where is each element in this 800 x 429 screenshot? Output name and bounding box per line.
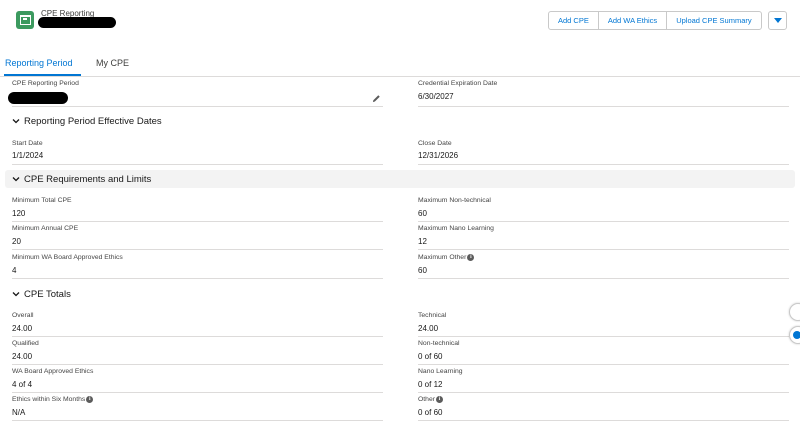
reporting-period-value-redacted bbox=[8, 92, 68, 104]
page-header: CPE Reporting Add CPE Add WA Ethics Uplo… bbox=[0, 0, 800, 44]
minimum-total-cpe-field: Minimum Total CPE 120 bbox=[12, 197, 383, 222]
field-value: 12 bbox=[418, 237, 427, 246]
add-cpe-button[interactable]: Add CPE bbox=[549, 12, 599, 29]
record-name-redacted bbox=[38, 17, 116, 28]
credential-expiration-date-field: Credential Expiration Date 6/30/2027 bbox=[418, 80, 789, 107]
field-value: 20 bbox=[12, 237, 21, 246]
chevron-down-icon bbox=[12, 177, 20, 182]
field-label: Maximum Non-technical bbox=[418, 197, 491, 204]
field-value: 12/31/2026 bbox=[418, 151, 459, 160]
field-value: 1/1/2024 bbox=[12, 151, 44, 160]
field-label: WA Board Approved Ethics bbox=[12, 368, 94, 375]
field-label: Overall bbox=[12, 312, 34, 319]
total-overall-field: Overall 24.00 bbox=[12, 312, 383, 337]
field-value: 0 of 60 bbox=[418, 352, 443, 361]
field-value: 60 bbox=[418, 209, 427, 218]
field-value: 6/30/2027 bbox=[418, 92, 454, 101]
field-label: Other i bbox=[418, 396, 443, 403]
info-icon[interactable]: i bbox=[467, 254, 475, 261]
field-value: 0 of 60 bbox=[418, 408, 443, 417]
app-logo-icon bbox=[16, 11, 34, 29]
start-date-field: Start Date 1/1/2024 bbox=[12, 140, 383, 165]
field-value: N/A bbox=[12, 408, 26, 417]
minimum-annual-cpe-field: Minimum Annual CPE 20 bbox=[12, 225, 383, 250]
maximum-non-technical-field: Maximum Non-technical 60 bbox=[418, 197, 789, 222]
field-value: 60 bbox=[418, 266, 427, 275]
field-label: Minimum Annual CPE bbox=[12, 225, 79, 232]
field-value: 24.00 bbox=[418, 324, 439, 333]
section-title: Reporting Period Effective Dates bbox=[24, 115, 162, 127]
chevron-down-icon bbox=[12, 292, 20, 297]
add-wa-ethics-button[interactable]: Add WA Ethics bbox=[599, 12, 668, 29]
ethics-six-months-field: Ethics within Six Months i N/A bbox=[12, 396, 383, 421]
info-icon[interactable]: i bbox=[86, 396, 94, 403]
edit-pencil-icon[interactable] bbox=[372, 94, 381, 103]
field-label: Credential Expiration Date bbox=[418, 80, 498, 87]
total-nano-learning-field: Nano Learning 0 of 12 bbox=[418, 368, 789, 393]
floating-assistant-button[interactable] bbox=[789, 326, 800, 344]
total-qualified-field: Qualified 24.00 bbox=[12, 340, 383, 365]
maximum-nano-learning-field: Maximum Nano Learning 12 bbox=[418, 225, 789, 250]
field-label-text: Ethics within Six Months bbox=[12, 396, 86, 403]
field-label: Non-technical bbox=[418, 340, 460, 347]
maximum-other-field: Maximum Other i 60 bbox=[418, 254, 789, 279]
field-label: Start Date bbox=[12, 140, 43, 147]
field-value: 4 of 4 bbox=[12, 380, 33, 389]
field-label: CPE Reporting Period bbox=[12, 80, 79, 87]
field-value: 4 bbox=[12, 266, 17, 275]
field-label: Qualified bbox=[12, 340, 39, 347]
field-label: Minimum Total CPE bbox=[12, 197, 72, 204]
field-label: Ethics within Six Months i bbox=[12, 396, 94, 403]
active-tab-indicator bbox=[4, 74, 81, 76]
field-value: 24.00 bbox=[12, 352, 33, 361]
close-date-field: Close Date 12/31/2026 bbox=[418, 140, 789, 165]
field-label: Maximum Other i bbox=[418, 254, 475, 261]
field-label-text: Other bbox=[418, 396, 435, 403]
section-title: CPE Requirements and Limits bbox=[24, 173, 152, 185]
section-header-effective-dates[interactable]: Reporting Period Effective Dates bbox=[5, 112, 795, 130]
field-label: Maximum Nano Learning bbox=[418, 225, 494, 232]
total-other-field: Other i 0 of 60 bbox=[418, 396, 789, 421]
total-non-technical-field: Non-technical 0 of 60 bbox=[418, 340, 789, 365]
floating-utility-button[interactable] bbox=[789, 303, 800, 321]
action-button-group: Add CPE Add WA Ethics Upload CPE Summary bbox=[548, 11, 762, 30]
tab-reporting-period[interactable]: Reporting Period bbox=[5, 58, 73, 68]
field-label: Nano Learning bbox=[418, 368, 463, 375]
tab-bar: Reporting Period My CPE bbox=[0, 53, 800, 77]
upload-cpe-summary-button[interactable]: Upload CPE Summary bbox=[667, 12, 760, 29]
section-header-requirements[interactable]: CPE Requirements and Limits bbox=[5, 170, 795, 188]
section-title: CPE Totals bbox=[24, 288, 71, 300]
total-technical-field: Technical 24.00 bbox=[418, 312, 789, 337]
tab-my-cpe[interactable]: My CPE bbox=[96, 58, 129, 68]
info-icon[interactable]: i bbox=[436, 396, 443, 403]
field-value: 24.00 bbox=[12, 324, 33, 333]
cpe-reporting-period-field[interactable]: CPE Reporting Period bbox=[8, 80, 383, 107]
field-value: 120 bbox=[12, 209, 26, 218]
field-label: Close Date bbox=[418, 140, 452, 147]
field-value: 0 of 12 bbox=[418, 380, 443, 389]
total-wa-ethics-field: WA Board Approved Ethics 4 of 4 bbox=[12, 368, 383, 393]
more-actions-dropdown[interactable] bbox=[768, 11, 787, 30]
field-label: Technical bbox=[418, 312, 447, 319]
field-label-text: Maximum Other bbox=[418, 254, 467, 261]
chevron-down-icon bbox=[12, 119, 20, 124]
section-header-totals[interactable]: CPE Totals bbox=[5, 285, 795, 303]
minimum-wa-ethics-field: Minimum WA Board Approved Ethics 4 bbox=[12, 254, 383, 279]
chevron-down-icon bbox=[773, 18, 782, 23]
field-label: Minimum WA Board Approved Ethics bbox=[12, 254, 123, 261]
